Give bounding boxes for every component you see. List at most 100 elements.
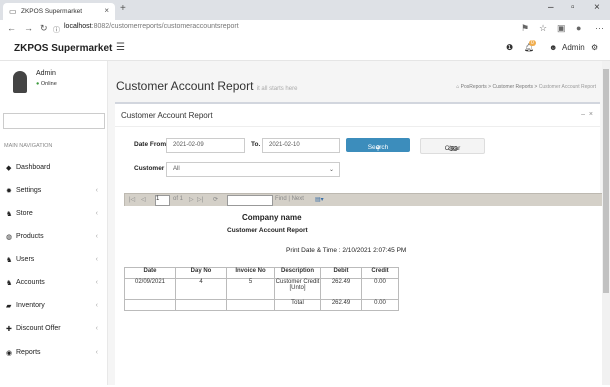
- url-host: localhost: [64, 23, 92, 30]
- clear-button[interactable]: ⌫ Clear: [420, 138, 485, 154]
- chevron-down-icon: ⌄: [328, 167, 334, 173]
- forward-icon[interactable]: →: [24, 23, 33, 33]
- breadcrumb-item[interactable]: PosReports: [461, 84, 487, 90]
- url-field[interactable]: localhost:8082/customerreports/customera…: [64, 23, 239, 30]
- report-page: Company name Customer Account Report Pri…: [124, 206, 604, 385]
- info-icon[interactable]: ⓘ: [53, 25, 60, 35]
- tab-close-icon[interactable]: ×: [104, 6, 109, 15]
- export-icon[interactable]: ▤▾: [315, 196, 324, 203]
- sidebar-item-label: Users: [16, 256, 35, 263]
- first-page-icon[interactable]: |◁: [129, 196, 135, 203]
- sidebar-item-label: Accounts: [16, 279, 45, 286]
- header-user-name[interactable]: Admin: [562, 43, 585, 52]
- minimize-button[interactable]: –: [548, 2, 554, 13]
- reload-icon[interactable]: ↻: [40, 23, 48, 34]
- cell-invoice-no: 5: [226, 278, 275, 300]
- gears-icon[interactable]: ⚙: [591, 43, 598, 52]
- page-number-input[interactable]: 1: [155, 195, 170, 206]
- chevron-left-icon: ‹: [95, 256, 98, 263]
- total-credit: 0.00: [361, 299, 399, 311]
- sidebar-search-input[interactable]: [3, 113, 105, 129]
- panel-header: Customer Account Report – ×: [115, 104, 600, 127]
- sidebar-item-label: Discount Offer: [16, 325, 61, 332]
- search-button[interactable]: ⚲ Search: [346, 138, 410, 152]
- dashboard-icon: ◆: [6, 165, 12, 172]
- report-title: Customer Account Report: [227, 227, 308, 234]
- breadcrumb-item[interactable]: Customer Reports: [492, 84, 533, 90]
- browser-tab-bar: ▭ ZKPOS Supermarket × + – ▫ ×: [0, 0, 610, 20]
- sidebar-item-accounts[interactable]: ♞ Accounts ‹: [4, 277, 103, 291]
- star-icon[interactable]: ☆: [539, 23, 547, 34]
- page-title: Customer Account Report it all starts he…: [116, 79, 297, 93]
- more-icon[interactable]: ⋯: [595, 23, 604, 34]
- sidebar-item-inventory[interactable]: ▰ Inventory ‹: [4, 300, 103, 314]
- total-row: Total 262.49 0.00: [124, 299, 399, 311]
- page-scrollbar[interactable]: [602, 61, 610, 385]
- find-input[interactable]: [227, 195, 273, 206]
- page-subtitle: it all starts here: [256, 86, 298, 92]
- collapse-icon[interactable]: –: [581, 111, 585, 118]
- date-to-value: 2021-02-10: [269, 142, 300, 148]
- home-icon: ⌂: [456, 84, 460, 90]
- profile-icon[interactable]: ●: [576, 23, 581, 33]
- date-from-input[interactable]: 2021-02-09: [166, 138, 245, 153]
- accounts-icon: ♞: [6, 280, 13, 287]
- date-to-input[interactable]: 2021-02-10: [262, 138, 340, 153]
- app-header: ZKPOS Supermarket ☰ ❶ 🔔︎ 0 ☻ Admin ⚙: [0, 38, 610, 61]
- date-to-label: To.: [251, 141, 261, 148]
- page-number: 1: [156, 196, 160, 202]
- sidebar-item-store[interactable]: ♞ Store ‹: [4, 208, 103, 222]
- sidebar-item-discount-offer[interactable]: ✚ Discount Offer ‹: [4, 323, 103, 337]
- maximize-button[interactable]: ▫: [571, 2, 575, 13]
- date-from-label: Date From.: [134, 141, 168, 148]
- store-icon: ♞: [6, 211, 13, 218]
- find-next-link[interactable]: Find | Next: [275, 196, 304, 202]
- cell-day-no: 4: [175, 278, 227, 300]
- products-icon: ◍: [6, 234, 13, 241]
- breadcrumb: ⌂ PosReports > Customer Reports > Custom…: [456, 84, 596, 90]
- back-icon[interactable]: ←: [7, 23, 16, 33]
- new-tab-button[interactable]: +: [120, 3, 126, 14]
- sidebar-item-settings[interactable]: ✹ Settings ‹: [4, 185, 103, 199]
- customer-select[interactable]: All ⌄: [166, 162, 340, 177]
- remove-icon[interactable]: ×: [589, 111, 593, 118]
- sidebar-item-reports[interactable]: ◉ Reports ‹: [4, 347, 103, 361]
- column-header: Day No: [175, 267, 227, 279]
- notification-bell-icon[interactable]: 🔔︎ 0: [524, 40, 536, 52]
- page-title-text: Customer Account Report: [116, 79, 254, 93]
- sidebar-item-products[interactable]: ◍ Products ‹: [4, 231, 103, 245]
- sidebar-item-dashboard[interactable]: ◆ Dashboard: [4, 162, 103, 176]
- brand-logo[interactable]: ZKPOS Supermarket: [14, 43, 112, 54]
- cell-credit: 0.00: [361, 278, 399, 300]
- customer-select-value: All: [173, 166, 180, 172]
- browser-tab[interactable]: ▭ ZKPOS Supermarket ×: [3, 3, 115, 20]
- notification-badge: 0: [529, 40, 536, 46]
- refresh-icon[interactable]: ⟳: [213, 196, 218, 203]
- user-avatar: [13, 71, 27, 93]
- sidebar-item-label: Reports: [16, 349, 41, 356]
- sidebar-item-users[interactable]: ♞ Users ‹: [4, 254, 103, 268]
- gear-icon: ✹: [6, 188, 12, 195]
- inventory-icon: ▰: [6, 303, 12, 310]
- collections-icon[interactable]: ▣: [557, 23, 566, 34]
- url-path: :8082/customerreports/customeraccountsre…: [91, 23, 239, 30]
- user-avatar-icon[interactable]: ☻: [549, 43, 557, 52]
- company-name: Company name: [242, 213, 302, 222]
- main-content: Customer Account Report it all starts he…: [108, 61, 606, 387]
- chevron-left-icon: ‹: [95, 233, 98, 240]
- last-page-icon[interactable]: ▷|: [197, 196, 203, 203]
- scrollbar-thumb[interactable]: [603, 69, 609, 293]
- panel-tools: – ×: [581, 111, 593, 118]
- menu-toggle-icon[interactable]: ☰: [116, 42, 125, 53]
- cell-debit: 262.49: [320, 278, 362, 300]
- chevron-left-icon: ‹: [95, 210, 98, 217]
- info-circle-icon[interactable]: ❶: [506, 43, 513, 52]
- translate-icon[interactable]: ⚑: [521, 23, 529, 34]
- clear-label: Clear: [444, 145, 461, 152]
- total-label: Total: [274, 299, 321, 311]
- total-debit: 262.49: [320, 299, 362, 311]
- next-page-icon[interactable]: ▷: [189, 196, 194, 203]
- window-close-button[interactable]: ×: [594, 2, 600, 13]
- chevron-left-icon: ‹: [95, 279, 98, 286]
- prev-page-icon[interactable]: ◁: [141, 196, 146, 203]
